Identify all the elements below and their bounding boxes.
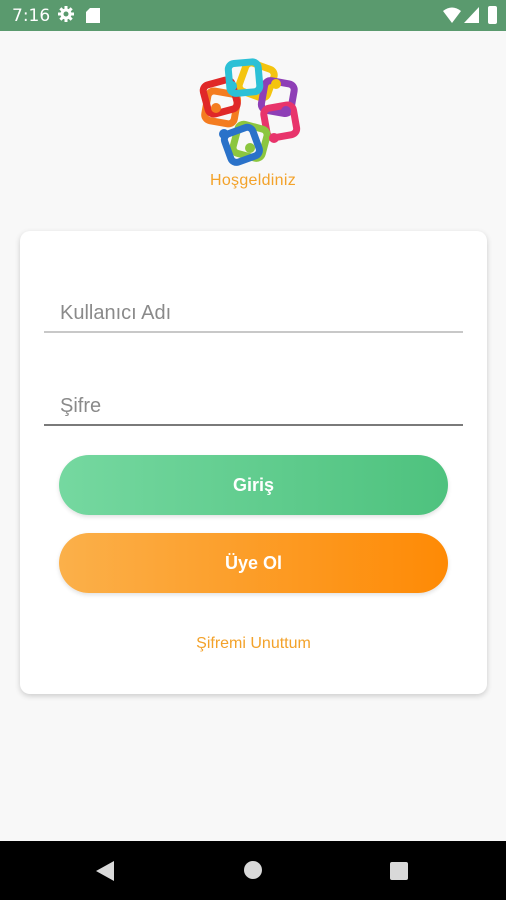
welcome-text: Hoşgeldiniz [209,172,296,189]
back-icon[interactable] [96,861,114,881]
app-logo [199,58,301,166]
home-icon[interactable] [244,861,262,879]
wifi-icon [443,7,461,23]
status-time: 7:16 [12,6,51,26]
battery-icon [488,6,497,24]
navigation-bar [0,841,506,900]
username-field [44,273,463,333]
status-bar: 7:16 [0,0,506,31]
register-button[interactable]: Üye Ol [59,533,448,593]
recent-apps-icon[interactable] [390,862,408,880]
signal-icon [464,7,479,23]
sd-card-icon [86,8,100,23]
password-input[interactable] [44,395,463,418]
gear-icon [58,6,74,22]
login-card: Giriş Üye Ol Şifremi Unuttum [20,231,487,694]
username-input[interactable] [44,302,463,325]
forgot-password-link[interactable]: Şifremi Unuttum [20,635,487,653]
login-button[interactable]: Giriş [59,455,448,515]
password-field [44,366,463,426]
